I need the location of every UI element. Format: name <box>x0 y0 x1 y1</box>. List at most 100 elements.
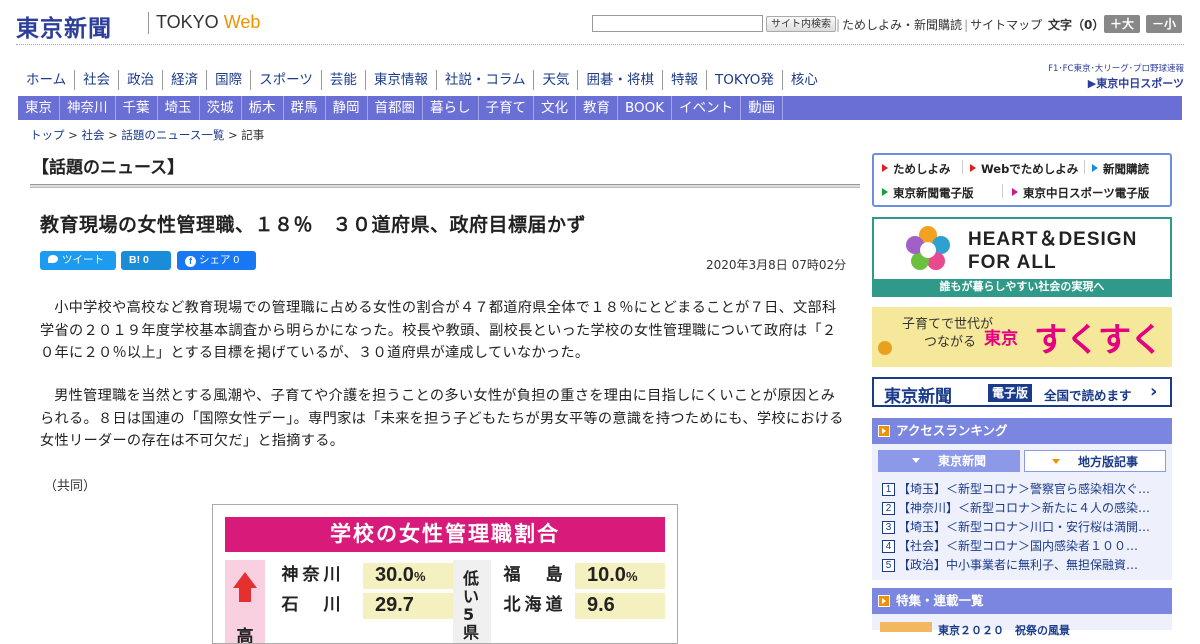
region-nav-item[interactable]: イベント <box>672 96 742 120</box>
main-nav-item[interactable]: スポーツ <box>251 70 322 90</box>
twitter-bird-icon <box>48 255 58 263</box>
main-nav-item[interactable]: TOKYO発 <box>707 70 783 90</box>
article-date: 2020年3月8日 07時02分 <box>706 258 847 272</box>
promo-label: 新聞購読 <box>1103 162 1149 176</box>
main-nav-item[interactable]: 政治 <box>119 70 164 90</box>
ranking-item[interactable]: 3 【埼玉】＜新型コロナ＞川口・安行桜は満開… <box>882 518 1166 537</box>
region-nav-item[interactable]: 動画 <box>741 96 784 120</box>
main-nav-item[interactable]: 核心 <box>783 70 826 90</box>
header-link-divider: | <box>836 18 841 32</box>
sukusuku-tagline: 子育てで世代が つながる <box>902 316 993 352</box>
promo-web-trial-link[interactable]: Webでためしよみ <box>970 161 1078 177</box>
main-nav-item[interactable]: 経済 <box>163 70 208 90</box>
main-nav-item[interactable]: 東京情報 <box>366 70 437 90</box>
access-ranking-title: アクセスランキング <box>896 423 1008 438</box>
tweet-button[interactable]: ツイート <box>40 251 116 270</box>
region-nav-item[interactable]: 東京 <box>18 96 60 120</box>
region-nav-item[interactable]: 茨城 <box>200 96 242 120</box>
search-input[interactable] <box>592 15 763 32</box>
promo-divider <box>962 160 963 174</box>
triangle-down-icon <box>1051 459 1060 464</box>
infographic-value-number: 9.6 <box>587 594 615 616</box>
infographic-low-panel: 低い5県 <box>453 560 491 643</box>
main-nav-item[interactable]: 囲碁・将棋 <box>578 70 663 90</box>
region-nav-item[interactable]: 子育て <box>479 96 534 120</box>
ranking-number: 1 <box>882 483 895 496</box>
chunichi-sports-link[interactable]: F1･FC東京･大リーグ･プロ野球速報 ▶東京中日スポーツ <box>1016 62 1184 91</box>
ranking-tab-regional[interactable]: 地方版記事 <box>1024 450 1166 472</box>
promo-trial-link[interactable]: ためしよみ <box>882 161 951 177</box>
subscription-promo-box: ためしよみ Webでためしよみ 新聞購読 東京新聞電子版 東京中日スポーツ電子版 <box>872 153 1172 207</box>
tokyo-web-logo[interactable]: TOKYO Web <box>156 12 260 33</box>
infographic-value-number: 30.0 <box>375 564 414 586</box>
main-nav-item[interactable]: ホーム <box>18 70 76 90</box>
infographic-value-unit: % <box>413 569 426 584</box>
infographic-value: 29.7 <box>363 593 453 619</box>
header-link-divider: | <box>964 18 969 32</box>
promo-label: 東京新聞電子版 <box>893 186 974 200</box>
access-ranking-header: アクセスランキング <box>872 418 1172 444</box>
infographic-title: 学校の女性管理職割合 <box>225 517 665 552</box>
article-paragraph: 男性管理職を当然とする風潮や、子育てや介護を担うことの多い女性が負担の重さを理由… <box>40 388 844 449</box>
font-decrease-button[interactable]: －小 <box>1146 15 1182 33</box>
up-arrow-icon-stem <box>239 588 251 602</box>
ranking-tab-tokyo[interactable]: 東京新聞 <box>878 450 1020 472</box>
header-link-sitemap[interactable]: サイトマップ <box>970 18 1042 32</box>
facebook-share-button[interactable]: f シェア 0 <box>177 251 256 270</box>
heart-design-banner[interactable]: HEART＆DESIGN FOR ALL 誰もが暮らしやすい社会の実現へ <box>872 217 1172 297</box>
main-nav-item[interactable]: 芸能 <box>322 70 366 90</box>
region-nav-item[interactable]: 静岡 <box>326 96 368 120</box>
infographic-pref: 石 川 <box>281 595 345 615</box>
main-nav-item[interactable]: 社説・コラム <box>437 70 535 90</box>
sukusuku-title: すくすく <box>1034 320 1163 359</box>
breadcrumb-society[interactable]: 社会 <box>81 128 104 142</box>
red-triangle-icon <box>882 164 888 172</box>
breadcrumb-top[interactable]: トップ <box>30 128 65 142</box>
breadcrumb-topics[interactable]: 話題のニュース一覧 <box>121 128 224 142</box>
region-nav-item[interactable]: 暮らし <box>423 96 479 120</box>
feature-item-link[interactable]: 東京２０２０ 祝祭の風景 <box>938 622 1070 638</box>
ranking-item[interactable]: 4 【社会】＜新型コロナ＞国内感染者１００… <box>882 537 1166 556</box>
promo-divider <box>1084 160 1085 174</box>
digital-edition-banner[interactable]: 東京新聞 電子版 全国で読めます › <box>872 377 1172 407</box>
infographic-pref: 福 島 <box>503 565 567 585</box>
breadcrumb-separator: > <box>224 128 242 142</box>
promo-label: 東京中日スポーツ電子版 <box>1023 186 1150 200</box>
header-link-subscribe[interactable]: ためしよみ・新聞購読 <box>842 18 962 32</box>
region-nav-item[interactable]: 文化 <box>534 96 576 120</box>
hatena-bookmark-button[interactable]: B! 0 <box>121 251 171 270</box>
font-increase-button[interactable]: ＋大 <box>1104 15 1140 33</box>
heart-flower-icon <box>906 226 950 270</box>
heart-design-line2: FOR ALL <box>968 252 1057 273</box>
region-nav-item[interactable]: 首都圏 <box>368 96 423 120</box>
main-nav-item[interactable]: 国際 <box>207 70 252 90</box>
region-nav-item[interactable]: BOOK <box>618 96 673 120</box>
main-nav-item[interactable]: 天気 <box>534 70 579 90</box>
digital-edition-logo: 東京新聞 <box>884 387 952 407</box>
ranking-item[interactable]: 2 【神奈川】＜新型コロナ＞新たに４人の感染… <box>882 499 1166 518</box>
promo-digital-link[interactable]: 東京新聞電子版 <box>882 185 974 201</box>
region-nav-item[interactable]: 群馬 <box>284 96 326 120</box>
promo-chunichi-digital-link[interactable]: 東京中日スポーツ電子版 <box>1012 185 1149 201</box>
site-search-button[interactable]: サイト内検索 <box>766 16 836 32</box>
main-nav-item[interactable]: 社会 <box>75 70 120 90</box>
region-nav-item[interactable]: 神奈川 <box>60 96 116 120</box>
chevron-right-icon: › <box>1150 381 1158 402</box>
green-triangle-icon <box>882 188 888 196</box>
region-nav-item[interactable]: 埼玉 <box>158 96 200 120</box>
tweet-label: ツイート <box>62 254 104 266</box>
heart-design-title: HEART＆DESIGN FOR ALL <box>968 228 1137 274</box>
main-nav-item[interactable]: 特報 <box>663 70 707 90</box>
feature-thumbnail[interactable] <box>880 622 932 632</box>
region-nav-item[interactable]: 千葉 <box>116 96 158 120</box>
region-nav-item[interactable]: 栃木 <box>242 96 284 120</box>
site-logo[interactable]: 東京新聞 <box>16 9 112 43</box>
heart-design-caption: 誰もが暮らしやすい社会の実現へ <box>874 279 1170 295</box>
section-rule <box>30 184 860 188</box>
ranking-item[interactable]: 1 【埼玉】＜新型コロナ＞警察官ら感染相次ぐ… <box>882 480 1166 499</box>
tokyo-sukusuku-banner[interactable]: 子育てで世代が つながる 東京 すくすく <box>872 307 1172 367</box>
promo-subscribe-link[interactable]: 新聞購読 <box>1092 161 1149 177</box>
region-nav-item[interactable]: 教育 <box>576 96 618 120</box>
promo-label: Webでためしよみ <box>981 162 1079 176</box>
ranking-item[interactable]: 5 【政治】中小事業者に無利子、無担保融資… <box>882 556 1166 575</box>
